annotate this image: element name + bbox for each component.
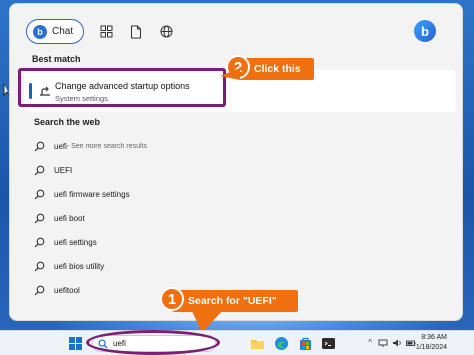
globe-icon[interactable] [158, 24, 174, 40]
step2-callout-pointer [220, 68, 240, 80]
web-result-item[interactable]: uefi bios utility [34, 258, 444, 274]
tab-chat-label: Chat [52, 26, 74, 37]
search-icon [34, 165, 45, 175]
taskbar: uefi ^ 8:36 AM 1/18/2024 [0, 330, 474, 355]
web-result-item[interactable]: uefi boot [34, 210, 444, 226]
search-icon [34, 189, 45, 199]
bing-chat-icon: b [33, 24, 47, 39]
search-icon [34, 141, 45, 151]
clock-time: 8:36 AM [421, 334, 447, 341]
web-result-item[interactable]: uefi - See more search results [34, 138, 444, 154]
web-result-label: uefitool [54, 285, 80, 295]
search-icon [34, 213, 45, 223]
battery-icon[interactable] [406, 338, 416, 348]
step2-callout: 2 Click this [226, 55, 314, 80]
best-match-heading: Best match [32, 54, 81, 64]
search-flyout: b Chat b Best match Change advanced star… [9, 3, 463, 321]
network-icon[interactable] [378, 338, 388, 348]
web-result-label: uefi [54, 141, 67, 151]
web-result-label: uefi firmware settings [54, 189, 130, 199]
edge-icon[interactable] [274, 336, 289, 351]
web-result-label: uefi settings [54, 237, 97, 247]
search-icon [34, 237, 45, 247]
clock-date: 1/18/2024 [415, 344, 447, 351]
document-icon[interactable] [128, 24, 144, 40]
search-icon [34, 285, 45, 295]
taskbar-clock[interactable]: 8:36 AM 1/18/2024 [416, 333, 447, 353]
chevron-up-icon[interactable]: ^ [368, 338, 372, 347]
file-explorer-icon[interactable] [250, 336, 265, 351]
web-result-label: uefi boot [54, 213, 85, 223]
bing-button[interactable]: b [414, 20, 436, 42]
web-result-item[interactable]: UEFI [34, 162, 444, 178]
store-icon[interactable] [298, 336, 313, 351]
search-box-highlight [86, 330, 220, 355]
web-result-item[interactable]: uefi settings [34, 234, 444, 250]
step1-callout: 1 Search for "UEFI" [160, 287, 298, 312]
apps-grid-icon[interactable] [98, 24, 114, 40]
best-match-highlight [18, 68, 226, 107]
tab-chat[interactable]: b Chat [26, 19, 85, 44]
terminal-icon[interactable] [321, 336, 336, 351]
web-result-item[interactable]: uefi firmware settings [34, 186, 444, 202]
bing-logo-icon: b [421, 23, 429, 39]
step1-number: 1 [160, 287, 184, 311]
step2-text: Click this [254, 63, 301, 75]
windows-start-icon[interactable] [68, 336, 83, 351]
web-result-suffix: - See more search results [66, 142, 148, 150]
web-results-heading: Search the web [34, 117, 101, 127]
web-result-label: uefi bios utility [54, 261, 105, 271]
web-result-label: UEFI [54, 165, 73, 175]
search-icon [34, 261, 45, 271]
volume-icon[interactable] [392, 338, 402, 348]
step1-text: Search for "UEFI" [188, 295, 277, 307]
search-scope-tabs: b Chat [26, 19, 174, 44]
